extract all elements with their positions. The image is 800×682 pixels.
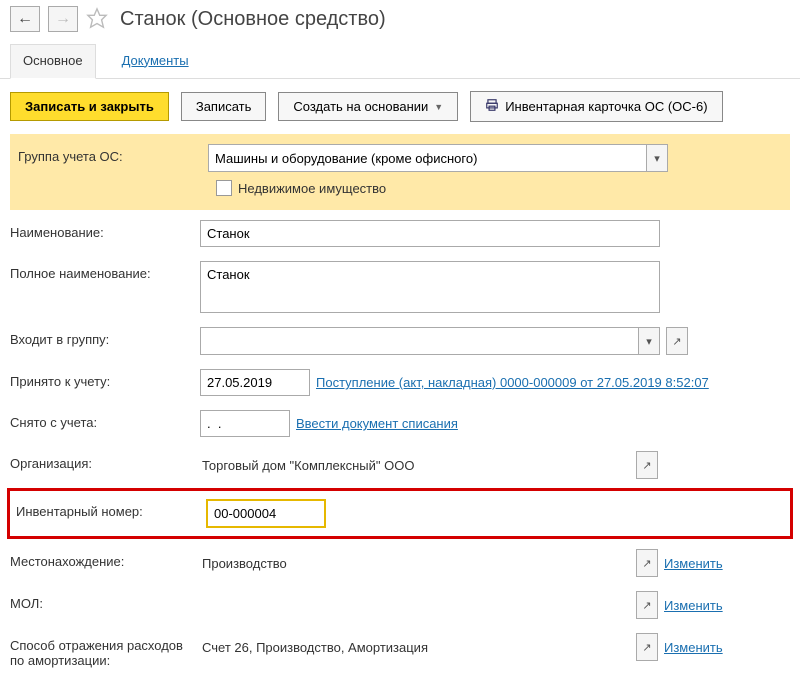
inventory-number-input[interactable] [206, 499, 326, 528]
amort-label: Способ отражения расходов по амортизации… [10, 633, 200, 668]
group-os-dropdown-button[interactable]: ▾ [646, 144, 668, 172]
fullname-textarea[interactable] [200, 261, 660, 313]
removed-doc-link[interactable]: Ввести документ списания [296, 416, 458, 431]
accepted-date-input[interactable] [200, 369, 310, 396]
page-title: Станок (Основное средство) [120, 8, 386, 31]
group-os-input[interactable] [208, 144, 646, 172]
tab-main[interactable]: Основное [10, 44, 96, 79]
inventory-card-label: Инвентарная карточка ОС (ОС-6) [505, 99, 707, 114]
org-value: Торговый дом "Комплексный" ООО [200, 453, 630, 478]
removed-date-input[interactable] [200, 410, 290, 437]
open-icon: ↗ [642, 557, 651, 570]
open-icon: ↗ [642, 599, 651, 612]
real-estate-label: Недвижимое имущество [238, 181, 386, 196]
location-value: Производство [200, 551, 630, 576]
org-open-button[interactable]: ↗ [636, 451, 658, 479]
inventory-number-highlight: Инвентарный номер: [7, 488, 793, 539]
save-close-button[interactable]: Записать и закрыть [10, 92, 169, 121]
in-group-dropdown-button[interactable]: ▾ [638, 327, 660, 355]
fullname-label: Полное наименование: [10, 261, 200, 281]
arrow-right-icon: → [55, 10, 71, 28]
name-label: Наименование: [10, 220, 200, 240]
location-change-link[interactable]: Изменить [664, 556, 723, 571]
removed-label: Снято с учета: [10, 410, 200, 430]
save-button[interactable]: Записать [181, 92, 267, 121]
inventory-card-button[interactable]: Инвентарная карточка ОС (ОС-6) [470, 91, 722, 122]
in-group-open-button[interactable]: ↗ [666, 327, 688, 355]
chevron-down-icon: ▾ [646, 335, 652, 348]
form: Группа учета ОС: ▾ Недвижимое имущество … [0, 134, 800, 668]
mol-value [200, 600, 630, 610]
mol-change-link[interactable]: Изменить [664, 598, 723, 613]
create-based-label: Создать на основании [293, 99, 428, 114]
accepted-label: Принято к учету: [10, 369, 200, 389]
real-estate-checkbox[interactable] [216, 180, 232, 196]
chevron-down-icon: ▼ [434, 102, 443, 112]
toolbar: Записать и закрыть Записать Создать на о… [0, 79, 800, 134]
tabs-bar: Основное Документы [0, 38, 800, 79]
amort-open-button[interactable]: ↗ [636, 633, 658, 661]
inv-label: Инвентарный номер: [16, 499, 206, 519]
printer-icon [485, 98, 499, 115]
org-label: Организация: [10, 451, 200, 471]
accounting-group-panel: Группа учета ОС: ▾ Недвижимое имущество [10, 134, 790, 210]
mol-label: МОЛ: [10, 591, 200, 611]
in-group-input[interactable] [200, 327, 638, 355]
header: ← → Станок (Основное средство) [0, 0, 800, 38]
open-icon: ↗ [642, 641, 651, 654]
accepted-doc-link[interactable]: Поступление (акт, накладная) 0000-000009… [316, 375, 709, 390]
group-os-label: Группа учета ОС: [18, 144, 208, 164]
nav-back-button[interactable]: ← [10, 6, 40, 32]
favorite-star-icon[interactable] [86, 7, 108, 32]
amort-change-link[interactable]: Изменить [664, 640, 723, 655]
open-icon: ↗ [672, 335, 681, 348]
arrow-left-icon: ← [17, 10, 33, 28]
create-based-button[interactable]: Создать на основании ▼ [278, 92, 458, 121]
tab-documents[interactable]: Документы [110, 45, 201, 78]
mol-open-button[interactable]: ↗ [636, 591, 658, 619]
chevron-down-icon: ▾ [654, 152, 660, 165]
location-open-button[interactable]: ↗ [636, 549, 658, 577]
in-group-label: Входит в группу: [10, 327, 200, 347]
nav-forward-button[interactable]: → [48, 6, 78, 32]
open-icon: ↗ [642, 459, 651, 472]
location-label: Местонахождение: [10, 549, 200, 569]
name-input[interactable] [200, 220, 660, 247]
